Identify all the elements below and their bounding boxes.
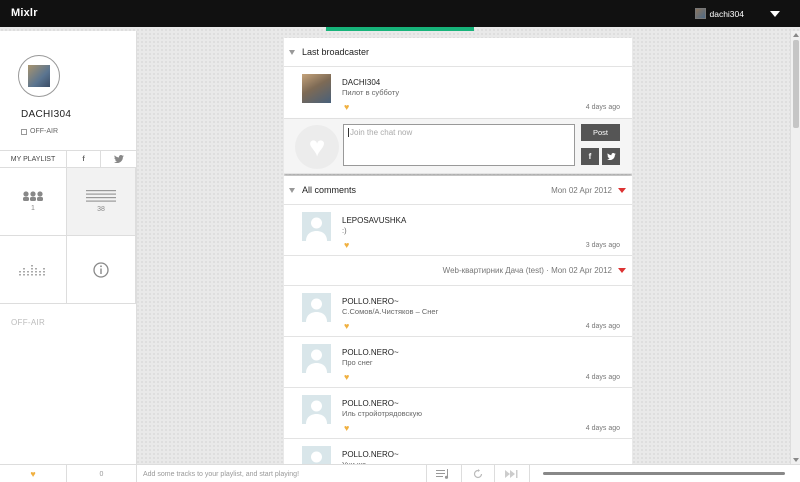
likes-count: 0 <box>67 465 137 482</box>
broadcaster-name[interactable]: DACHI304 <box>342 78 380 87</box>
volume-slider[interactable] <box>543 472 785 475</box>
default-avatar[interactable] <box>302 395 331 424</box>
info-tile[interactable] <box>67 236 136 304</box>
expand-red-icon[interactable] <box>618 187 626 193</box>
default-avatar[interactable] <box>302 293 331 322</box>
live-indicator-bar <box>326 27 474 31</box>
timestamp: 4 days ago <box>585 425 620 432</box>
info-icon <box>93 261 109 278</box>
section-title: All comments <box>302 185 357 195</box>
comment-message: Про снег <box>342 358 373 367</box>
comment-message: Иль стройотрядовскую <box>342 409 423 418</box>
chat-input[interactable]: Join the chat now <box>343 124 575 166</box>
playlist-row: MY PLAYLIST f <box>0 150 136 168</box>
heart-icon[interactable]: ♥ <box>344 103 349 112</box>
heart-icon[interactable]: ♥ <box>344 322 349 331</box>
section-title: Last broadcaster <box>302 47 370 57</box>
playlist-hint: Add some tracks to your playlist, and st… <box>137 465 427 482</box>
scroll-down-icon[interactable] <box>793 458 799 462</box>
twitter-icon[interactable] <box>101 151 136 167</box>
people-icon <box>23 191 43 201</box>
facebook-share-icon[interactable]: f <box>581 148 599 165</box>
last-broadcaster-panel: Last broadcaster DACHI304 Пилот в суббот… <box>284 38 632 174</box>
equalizer-tile[interactable] <box>0 236 67 304</box>
playlist-icon[interactable] <box>427 465 462 482</box>
heart-icon[interactable]: ♥ <box>344 424 349 433</box>
top-bar: Mixlr dachi304 <box>0 0 800 27</box>
broadcaster-message: Пилот в субботу <box>342 88 400 97</box>
timestamp: 4 days ago <box>585 374 620 381</box>
activity-feed: Last broadcaster DACHI304 Пилот в суббот… <box>284 38 632 464</box>
scroll-up-icon[interactable] <box>793 33 799 37</box>
tracks-tile[interactable]: 38 <box>67 168 136 236</box>
comment-message: :) <box>342 226 347 235</box>
chat-placeholder: Join the chat now <box>350 128 413 137</box>
broadcaster-item: DACHI304 Пилот в субботу ♥ 4 days ago <box>284 67 632 119</box>
my-playlist-button[interactable]: MY PLAYLIST <box>0 151 67 167</box>
equalizer-icon <box>19 264 45 275</box>
timestamp: 3 days ago <box>585 242 620 249</box>
broadcast-title: Web-квартирник Дача (test) · Mon 02 Apr … <box>442 266 612 275</box>
heart-placeholder-icon: ♥ <box>295 125 339 169</box>
comment-item: POLLO.NERO~ С.Сомов/А.Чистяков – Снег ♥ 4 d… <box>284 286 632 337</box>
comment-author[interactable]: POLLO.NERO~ <box>342 450 399 459</box>
sidebar: DACHI304 OFF-AIR MY PLAYLIST f 1 38 OFF-… <box>0 31 137 464</box>
chat-box: ♥ Join the chat now Post f <box>284 119 632 174</box>
profile-name: DACHI304 <box>21 109 72 120</box>
default-avatar[interactable] <box>302 212 331 241</box>
like-button[interactable]: ♥ <box>0 465 67 482</box>
comment-author[interactable]: LEPOSAVUSHKA <box>342 216 406 225</box>
post-button[interactable]: Post <box>581 124 620 141</box>
status-indicator: OFF-AIR <box>21 128 58 135</box>
repeat-icon[interactable] <box>462 465 495 482</box>
comment-item: POLLO.NERO~ Про снег ♥ 4 days ago <box>284 337 632 388</box>
twitter-share-icon[interactable] <box>602 148 620 165</box>
comment-author[interactable]: POLLO.NERO~ <box>342 297 399 306</box>
comment-item: POLLO.NERO~Учи же <box>284 439 632 464</box>
broadcast-subheader[interactable]: Web-квартирник Дача (test) · Mon 02 Apr … <box>284 256 632 286</box>
status-label: OFF-AIR <box>30 128 58 135</box>
default-avatar[interactable] <box>302 344 331 373</box>
profile-avatar[interactable] <box>18 55 60 97</box>
comment-item: POLLO.NERO~ Иль стройотрядовскую ♥ 4 days a… <box>284 388 632 439</box>
broadcaster-avatar[interactable] <box>302 74 331 103</box>
tracks-count: 38 <box>97 206 105 213</box>
date-label: Mon 02 Apr 2012 <box>551 185 612 195</box>
player-bar: ♥ 0 Add some tracks to your playlist, an… <box>0 464 800 482</box>
skip-forward-icon[interactable] <box>495 465 530 482</box>
comments-list: POLLO.NERO~ С.Сомов/А.Чистяков – Снег ♥ 4 d… <box>284 286 632 464</box>
status-box-icon <box>21 128 27 135</box>
default-avatar[interactable] <box>302 446 331 464</box>
timestamp: 4 days ago <box>585 104 620 111</box>
all-comments-header[interactable]: All comments Mon 02 Apr 2012 <box>284 176 632 205</box>
broadcast-status: OFF-AIR <box>11 318 46 327</box>
collapse-triangle-icon <box>289 49 295 55</box>
sidebar-stats-grid: 1 38 <box>0 168 136 304</box>
comment-author[interactable]: POLLO.NERO~ <box>342 348 399 357</box>
last-broadcaster-header[interactable]: Last broadcaster <box>284 38 632 67</box>
facebook-icon[interactable]: f <box>67 151 101 167</box>
mixlr-logo[interactable]: Mixlr <box>11 7 38 19</box>
list-icon <box>86 190 116 202</box>
comment-message: С.Сомов/А.Чистяков – Снег <box>342 307 439 316</box>
heart-icon: ♥ <box>30 469 36 479</box>
comment-item: LEPOSAVUSHKA :) ♥ 3 days ago <box>284 205 632 256</box>
user-avatar <box>695 8 707 19</box>
page-scrollbar[interactable] <box>790 31 800 464</box>
followers-tile[interactable]: 1 <box>0 168 67 236</box>
heart-icon[interactable]: ♥ <box>344 241 349 250</box>
all-comments-panel: All comments Mon 02 Apr 2012 LEPOSAVUSHK… <box>284 176 632 464</box>
caret-down-icon[interactable] <box>770 11 780 17</box>
heart-icon[interactable]: ♥ <box>344 373 349 382</box>
scroll-thumb[interactable] <box>793 40 799 128</box>
collapse-triangle-icon <box>289 187 295 193</box>
comment-author[interactable]: POLLO.NERO~ <box>342 399 399 408</box>
expand-red-icon[interactable] <box>618 268 626 273</box>
section-date: Mon 02 Apr 2012 <box>551 186 626 195</box>
user-menu[interactable]: dachi304 <box>695 8 744 19</box>
followers-count: 1 <box>31 205 35 212</box>
username: dachi304 <box>709 8 744 19</box>
facebook-glyph: f <box>82 155 85 163</box>
timestamp: 4 days ago <box>585 323 620 330</box>
